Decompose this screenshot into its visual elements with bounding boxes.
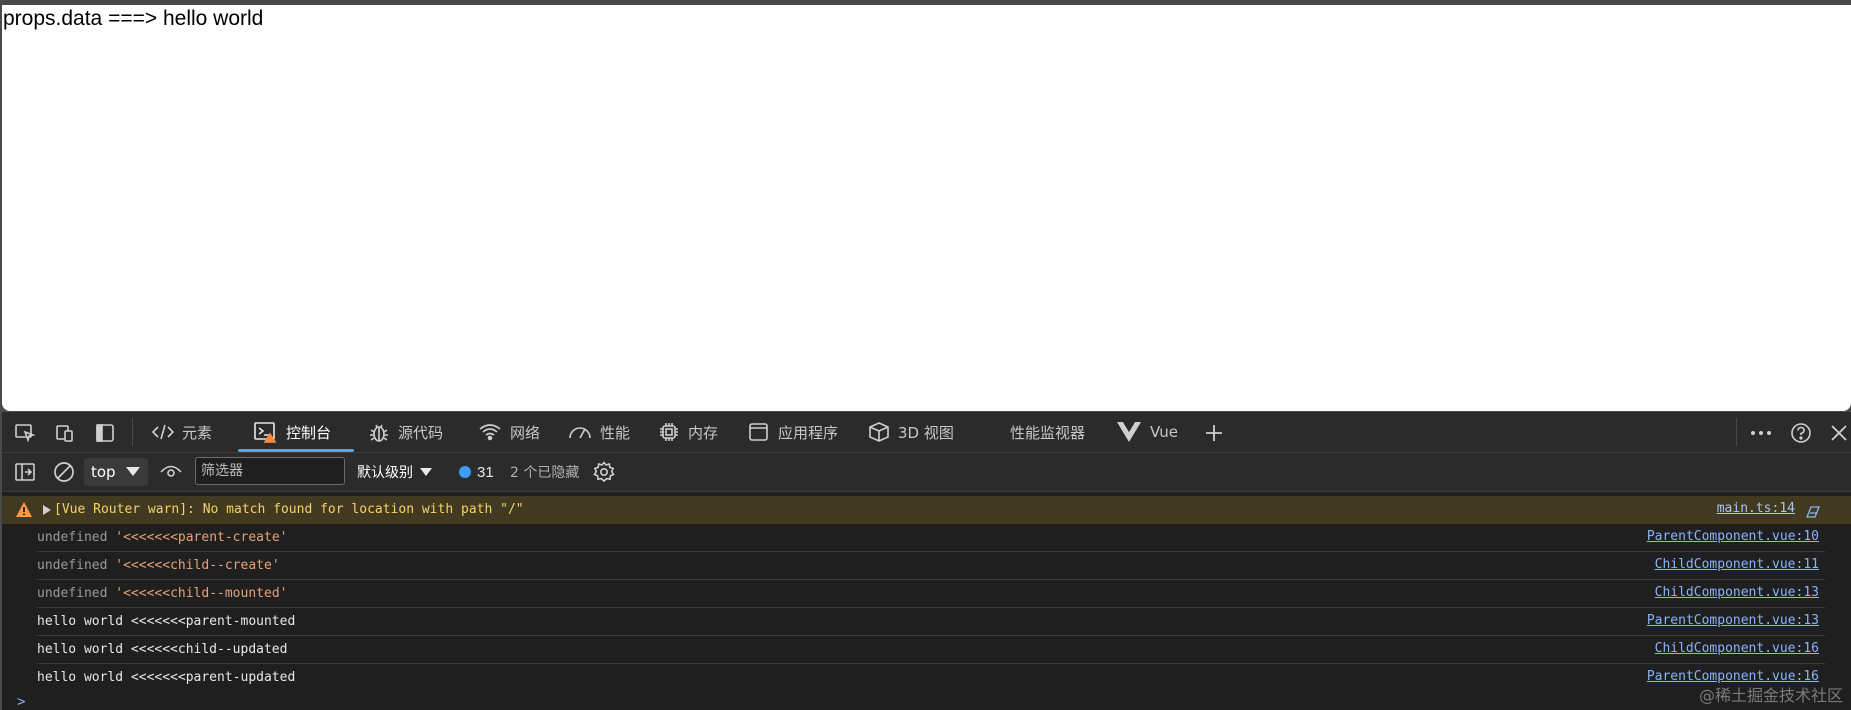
warning-icon bbox=[16, 502, 32, 517]
tab-network[interactable]: 网络 bbox=[478, 412, 540, 452]
devtools-panel: 元素 控制台 源代码 网络 性能 内存 应用程序 3D 视图 性能监视器 Vue… bbox=[2, 412, 1851, 710]
page-text: props.data ===> hello world bbox=[3, 7, 264, 30]
chevron-down-icon bbox=[126, 467, 140, 476]
source-link[interactable]: ParentComponent.vue:13 bbox=[1647, 613, 1819, 628]
copilot-explain-icon[interactable] bbox=[1805, 505, 1821, 519]
chevron-down-icon bbox=[420, 468, 432, 476]
source-link[interactable]: main.ts:14 bbox=[1717, 501, 1795, 516]
console-warning-row[interactable]: [Vue Router warn]: No match found for lo… bbox=[2, 496, 1851, 524]
dock-sidebar-icon[interactable] bbox=[93, 421, 117, 445]
show-sidebar-icon[interactable] bbox=[13, 460, 37, 484]
divider bbox=[1736, 418, 1737, 446]
live-expression-eye-icon[interactable] bbox=[159, 460, 183, 484]
page-viewport: props.data ===> hello world bbox=[2, 5, 1851, 411]
devtools-tabbar: 元素 控制台 源代码 网络 性能 内存 应用程序 3D 视图 性能监视器 Vue bbox=[2, 412, 1851, 453]
console-toolbar: top 默认级别 31 2 个已隐藏 bbox=[2, 453, 1851, 492]
gauge-icon bbox=[569, 427, 591, 439]
more-options-icon[interactable] bbox=[1749, 421, 1773, 445]
console-row[interactable]: hello world <<<<<<child--updated ChildCo… bbox=[2, 636, 1851, 664]
source-link[interactable]: ParentComponent.vue:10 bbox=[1647, 529, 1819, 544]
chip-icon bbox=[660, 423, 678, 441]
vue-logo-icon bbox=[1117, 422, 1141, 442]
message-icon bbox=[459, 466, 471, 478]
add-tab-icon[interactable] bbox=[1202, 421, 1226, 445]
cube-icon bbox=[869, 422, 889, 442]
source-link[interactable]: ChildComponent.vue:16 bbox=[1655, 641, 1819, 656]
source-link[interactable]: ChildComponent.vue:11 bbox=[1655, 557, 1819, 572]
divider bbox=[132, 418, 133, 446]
wifi-icon bbox=[479, 424, 501, 441]
source-link[interactable]: ChildComponent.vue:13 bbox=[1655, 585, 1819, 600]
tab-application[interactable]: 应用程序 bbox=[748, 412, 838, 452]
console-row[interactable]: undefined '<<<<<<child--create' ChildCom… bbox=[2, 552, 1851, 580]
console-row[interactable]: undefined '<<<<<<child--mounted' ChildCo… bbox=[2, 580, 1851, 608]
watermark: @稀土掘金技术社区 bbox=[1698, 686, 1843, 705]
tab-performance[interactable]: 性能 bbox=[568, 412, 630, 452]
tab-console[interactable]: 控制台 bbox=[238, 412, 354, 452]
inspect-element-icon[interactable] bbox=[13, 421, 37, 445]
warning-message: [Vue Router warn]: No match found for lo… bbox=[54, 502, 524, 517]
tab-sources[interactable]: 源代码 bbox=[368, 412, 443, 452]
tab-elements[interactable]: 元素 bbox=[152, 412, 212, 452]
code-icon bbox=[152, 424, 174, 440]
console-row[interactable]: hello world <<<<<<<parent-mounted Parent… bbox=[2, 608, 1851, 636]
log-level-dropdown[interactable]: 默认级别 bbox=[357, 453, 432, 491]
context-selector[interactable]: top bbox=[84, 458, 148, 486]
expand-triangle-icon[interactable] bbox=[43, 505, 51, 515]
help-icon[interactable] bbox=[1789, 421, 1813, 445]
console-prompt[interactable]: > bbox=[17, 694, 25, 710]
bug-icon bbox=[370, 424, 388, 442]
tab-3d-view[interactable]: 3D 视图 bbox=[868, 412, 954, 452]
tab-memory[interactable]: 内存 bbox=[658, 412, 718, 452]
console-icon bbox=[254, 422, 277, 443]
close-icon[interactable] bbox=[1827, 421, 1851, 445]
tab-performance-monitor[interactable]: 性能监视器 bbox=[1010, 412, 1085, 452]
filter-input[interactable] bbox=[195, 457, 345, 485]
hidden-count: 2 个已隐藏 bbox=[510, 465, 580, 481]
device-emulation-icon[interactable] bbox=[53, 421, 77, 445]
console-row[interactable]: hello world <<<<<<<parent-updated Parent… bbox=[2, 664, 1851, 692]
gear-icon[interactable] bbox=[592, 460, 616, 484]
console-row[interactable]: undefined '<<<<<<<parent-create' ParentC… bbox=[2, 524, 1851, 552]
clear-console-icon[interactable] bbox=[52, 460, 76, 484]
window-icon bbox=[749, 423, 768, 441]
message-count-badge[interactable]: 31 bbox=[459, 453, 494, 491]
tab-vue[interactable]: Vue bbox=[1116, 412, 1178, 452]
